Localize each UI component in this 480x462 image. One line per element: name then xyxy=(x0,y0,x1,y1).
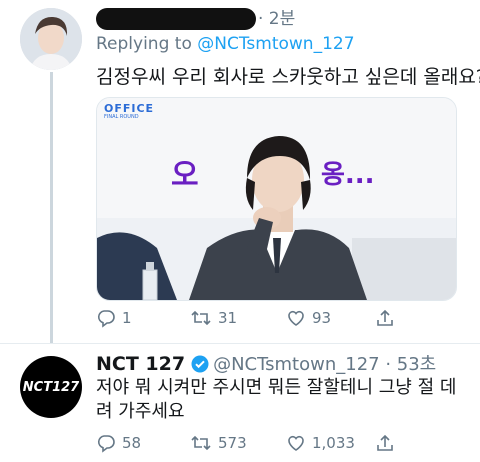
redacted-display-name xyxy=(96,8,256,30)
retweet-button[interactable]: 31 xyxy=(190,308,237,328)
reply-count: 1 xyxy=(122,309,132,327)
nct127-logo: NCT127 xyxy=(22,379,80,395)
tweet-header: NCT 127 @NCTsmtown_127 · 53초 xyxy=(96,350,436,376)
badge-title: OFFICE xyxy=(104,102,155,115)
share-button[interactable] xyxy=(376,433,394,453)
heart-icon xyxy=(288,435,304,451)
tweet-actions: 1 31 93 xyxy=(96,308,396,332)
retweet-button[interactable]: 573 xyxy=(190,433,247,453)
heart-icon xyxy=(288,310,304,326)
tweet-time: · 2분 xyxy=(258,9,296,29)
handle-and-time: @NCTsmtown_127 · 53초 xyxy=(213,354,437,375)
thread-connector-line xyxy=(50,72,53,343)
media-photo xyxy=(97,98,456,300)
replying-to: Replying to @NCTsmtown_127 xyxy=(96,34,355,54)
tweet-media-image[interactable]: OFFICE FINAL ROUND 오 옹... xyxy=(96,97,457,301)
reply-button[interactable]: 1 xyxy=(96,308,132,328)
tweet-header: · 2분 xyxy=(96,4,295,30)
share-button[interactable] xyxy=(376,308,394,328)
retweet-count: 573 xyxy=(218,434,247,452)
reply-count: 58 xyxy=(122,434,142,452)
like-button[interactable]: 1,033 xyxy=(286,433,355,453)
like-count: 93 xyxy=(312,309,332,327)
share-icon xyxy=(377,309,393,326)
share-icon xyxy=(377,434,393,451)
display-name[interactable]: NCT 127 xyxy=(96,353,185,375)
reply-button[interactable]: 58 xyxy=(96,433,141,453)
nct127-avatar[interactable]: NCT127 xyxy=(20,356,82,418)
tweet-actions: 58 573 1,033 xyxy=(96,433,396,457)
avatar-photo xyxy=(20,8,82,70)
retweet-icon xyxy=(191,435,211,451)
verified-badge-icon xyxy=(191,355,209,373)
retweet-icon xyxy=(191,310,211,326)
caption-left: 오 xyxy=(171,158,199,193)
retweet-count: 31 xyxy=(218,309,238,327)
like-button[interactable]: 93 xyxy=(286,308,331,328)
replying-handle-link[interactable]: @NCTsmtown_127 xyxy=(197,34,354,54)
replying-prefix: Replying to xyxy=(96,34,192,54)
caption-right: 옹... xyxy=(321,160,375,190)
user-avatar[interactable] xyxy=(20,8,82,70)
main-tweet[interactable]: NCT127 NCT 127 @NCTsmtown_127 · 53초 저야 뭐 … xyxy=(0,343,480,462)
like-count: 1,033 xyxy=(312,434,355,452)
tweet-text: 저야 뭐 시켜만 주시면 뭐든 잘할테니 그냥 절 데려 가주세요 xyxy=(96,377,457,422)
show-badge: OFFICE FINAL ROUND xyxy=(104,102,155,122)
tweet-text: 김정우씨 우리 회사로 스카웃하고 싶은데 올래요? xyxy=(96,66,480,88)
reply-tweet[interactable]: · 2분 Replying to @NCTsmtown_127 김정우씨 우리 … xyxy=(0,0,480,343)
reply-icon xyxy=(97,310,115,328)
reply-icon xyxy=(97,435,115,453)
